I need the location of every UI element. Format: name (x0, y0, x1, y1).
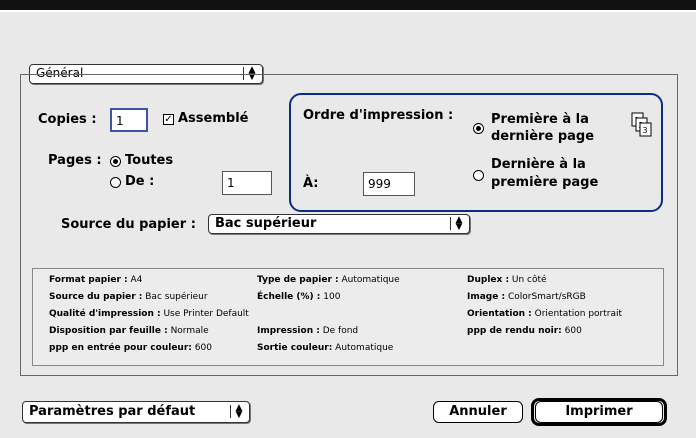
summary-key: Type de papier : (257, 275, 339, 285)
summary-row: Format papier : A4 (49, 275, 142, 285)
summary-key: Impression : (257, 326, 320, 336)
summary-row: Source du papier : Bac supérieur (49, 292, 208, 302)
pages-from-label: De : (125, 174, 155, 189)
summary-value: 600 (561, 326, 582, 336)
paper-source-value: Bac supérieur (215, 216, 317, 231)
summary-value: A4 (127, 275, 143, 285)
summary-key: Sortie couleur: (257, 343, 333, 353)
pages-to-input[interactable]: 999 (363, 172, 415, 196)
presets-popup-value: Paramètres par défaut (29, 404, 196, 419)
summary-key: ppp de rendu noir: (467, 326, 562, 336)
order-last-to-first-line1: Dernière à la (491, 157, 586, 172)
copies-input[interactable]: 1 (110, 108, 148, 132)
pages-to-label: À: (303, 176, 319, 191)
collate-label: Assemblé (178, 111, 249, 126)
paper-source-popup[interactable]: Bac supérieur ▲ ▼ (208, 214, 470, 234)
summary-row: Orientation : Orientation portrait (467, 309, 622, 319)
summary-key: Source du papier : (49, 292, 143, 302)
print-order-label: Ordre d'impression : (303, 108, 454, 123)
summary-value: Un côté (509, 275, 547, 285)
pages-from-input[interactable]: 1 (222, 171, 272, 195)
summary-row: Sortie couleur: Automatique (257, 343, 393, 353)
pages-all-label: Toutes (125, 153, 174, 168)
order-first-to-last-line2: dernière page (491, 129, 595, 144)
summary-value: ColorSmart/sRGB (505, 292, 586, 302)
summary-row: Type de papier : Automatique (257, 275, 400, 285)
summary-value: 600 (191, 343, 212, 353)
summary-key: Format papier : (49, 275, 128, 285)
copies-label: Copies : (38, 112, 97, 127)
summary-value: Use Printer Default (160, 309, 249, 319)
summary-key: Image : (467, 292, 506, 302)
title-bar (0, 0, 696, 10)
paper-source-label: Source du papier : (61, 217, 196, 232)
summary-row: Disposition par feuille : Normale (49, 326, 209, 336)
pages-all-radio[interactable] (110, 156, 121, 167)
summary-row: Image : ColorSmart/sRGB (467, 292, 586, 302)
order-last-to-first-line2: première page (491, 175, 599, 190)
summary-row: Impression : De fond (257, 326, 358, 336)
svg-text:3: 3 (643, 126, 648, 135)
summary-key: ppp en entrée pour couleur: (49, 343, 192, 353)
summary-row: ppp de rendu noir: 600 (467, 326, 582, 336)
summary-value: Automatique (332, 343, 394, 353)
popup-arrows-icon: ▲ ▼ (230, 404, 244, 420)
summary-value: 100 (320, 292, 341, 302)
summary-row: Duplex : Un côté (467, 275, 547, 285)
summary-value: De fond (319, 326, 359, 336)
summary-value: Bac supérieur (142, 292, 208, 302)
summary-key: Orientation : (467, 309, 532, 319)
order-first-to-last-radio[interactable] (473, 123, 484, 134)
title-bar-edge (0, 10, 696, 12)
summary-row: Qualité d'impression : Use Printer Defau… (49, 309, 249, 319)
popup-arrows-icon: ▲ ▼ (450, 216, 464, 232)
summary-value: Automatique (338, 275, 400, 285)
print-button[interactable]: Imprimer (535, 401, 663, 423)
order-last-to-first-radio[interactable] (473, 170, 484, 181)
cancel-button[interactable]: Annuler (433, 401, 523, 423)
summary-key: Échelle (%) : (257, 292, 321, 302)
summary-key: Duplex : (467, 275, 510, 285)
summary-row: Échelle (%) : 100 (257, 292, 340, 302)
pages-from-radio[interactable] (110, 177, 121, 188)
presets-popup[interactable]: Paramètres par défaut ▲ ▼ (22, 401, 250, 423)
summary-row: ppp en entrée pour couleur: 600 (49, 343, 212, 353)
pages-label: Pages : (48, 153, 102, 168)
summary-key: Disposition par feuille : (49, 326, 168, 336)
summary-value: Orientation portrait (531, 309, 623, 319)
summary-value: Normale (167, 326, 209, 336)
summary-key: Qualité d'impression : (49, 309, 161, 319)
page-order-icon: 1 2 3 (631, 112, 653, 138)
order-first-to-last-line1: Première à la (491, 112, 589, 127)
collate-checkbox[interactable]: ✓ (163, 114, 174, 125)
